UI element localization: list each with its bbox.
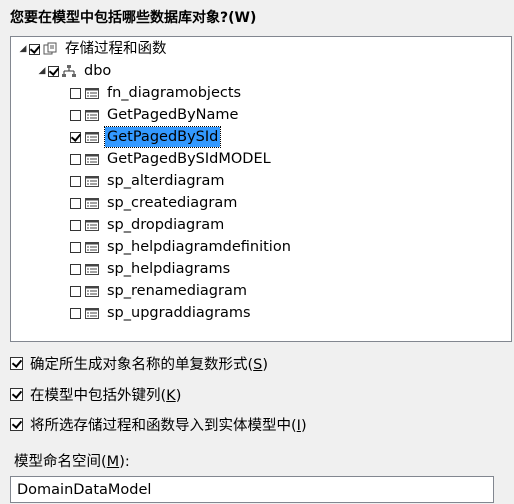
model-namespace-input[interactable] bbox=[10, 476, 494, 503]
tree-schema-checkbox[interactable] bbox=[48, 65, 59, 77]
stored-procedure-icon bbox=[85, 285, 99, 297]
stored-procedure-icon bbox=[85, 263, 99, 275]
tree-item-checkbox[interactable] bbox=[70, 263, 81, 275]
tree-item-row[interactable]: sp_alterdiagram bbox=[70, 170, 227, 192]
tree-item-row[interactable]: GetPagedBySId bbox=[70, 126, 222, 148]
tree-item-row[interactable]: GetPagedBySIdMODEL bbox=[70, 148, 273, 170]
include-foreign-keys-checkbox[interactable] bbox=[10, 387, 23, 401]
tree-item-checkbox[interactable] bbox=[70, 285, 81, 297]
tree-item-checkbox[interactable] bbox=[70, 197, 81, 209]
tree-item-label: sp_helpdiagrams bbox=[107, 261, 231, 277]
tree-item-label: sp_creatediagram bbox=[107, 195, 238, 211]
tree-root-label: 存储过程和函数 bbox=[65, 41, 167, 57]
tree-node-root[interactable]: ◢ 存储过程和函数 bbox=[17, 38, 169, 60]
import-functions-checkbox[interactable] bbox=[10, 417, 23, 431]
tree-item-label: sp_alterdiagram bbox=[107, 173, 225, 189]
tree-item-label: sp_renamediagram bbox=[107, 283, 247, 299]
tree-item-checkbox[interactable] bbox=[70, 87, 81, 99]
stored-procedure-icon bbox=[85, 175, 99, 187]
tree-item-label: GetPagedBySIdMODEL bbox=[107, 151, 271, 167]
tree-item-row[interactable]: GetPagedByName bbox=[70, 104, 240, 126]
tree-node-schema[interactable]: ◢ dbo bbox=[36, 60, 113, 82]
tree-item-label: sp_upgraddiagrams bbox=[107, 305, 251, 321]
tree-item-row[interactable]: sp_helpdiagramdefinition bbox=[70, 236, 293, 258]
tree-item-label: fn_diagramobjects bbox=[107, 85, 242, 101]
database-objects-tree[interactable]: ◢ 存储过程和函数 ◢ dbo fn_diagramobjects GetPag… bbox=[10, 36, 512, 342]
stored-procedure-icon bbox=[85, 87, 99, 99]
stored-procedure-icon bbox=[85, 131, 99, 143]
tree-item-label: sp_helpdiagramdefinition bbox=[107, 239, 291, 255]
pluralize-label: 确定所生成对象名称的单复数形式(S) bbox=[30, 356, 269, 373]
tree-item-checkbox[interactable] bbox=[70, 307, 81, 319]
model-namespace-label: 模型命名空间(M): bbox=[14, 454, 130, 470]
tree-item-row[interactable]: fn_diagramobjects bbox=[70, 82, 243, 104]
tree-item-label: GetPagedByName bbox=[107, 107, 239, 123]
stored-procedure-icon bbox=[85, 307, 99, 319]
entity-data-model-wizard-page: 您要在模型中包括哪些数据库对象?(W) ◢ 存储过程和函数 ◢ dbo fn_d… bbox=[0, 0, 514, 504]
tree-item-checkbox[interactable] bbox=[70, 175, 81, 187]
expand-arrow-icon[interactable]: ◢ bbox=[17, 38, 29, 60]
tree-item-row[interactable]: sp_helpdiagrams bbox=[70, 258, 232, 280]
stored-procedure-icon bbox=[85, 109, 99, 121]
tree-item-row[interactable]: sp_upgraddiagrams bbox=[70, 302, 253, 324]
tree-item-checkbox[interactable] bbox=[70, 109, 81, 121]
tree-item-row[interactable]: sp_dropdiagram bbox=[70, 214, 226, 236]
tree-item-row[interactable]: sp_creatediagram bbox=[70, 192, 239, 214]
stored-procedure-icon bbox=[85, 153, 99, 165]
tree-item-checkbox[interactable] bbox=[70, 241, 81, 253]
import-functions-option[interactable]: 将所选存储过程和函数导入到实体模型中(I) bbox=[10, 414, 307, 434]
stored-procedure-icon bbox=[85, 219, 99, 231]
tree-item-label: sp_dropdiagram bbox=[107, 217, 225, 233]
stored-procedures-folder-icon bbox=[43, 42, 57, 55]
include-foreign-keys-option[interactable]: 在模型中包括外键列(K) bbox=[10, 384, 181, 404]
expand-arrow-icon[interactable]: ◢ bbox=[36, 60, 48, 82]
tree-item-checkbox[interactable] bbox=[70, 131, 81, 143]
pluralize-option[interactable]: 确定所生成对象名称的单复数形式(S) bbox=[10, 353, 268, 373]
schema-icon bbox=[62, 65, 76, 77]
include-foreign-keys-label: 在模型中包括外键列(K) bbox=[30, 387, 182, 404]
tree-item-label: GetPagedBySId bbox=[103, 126, 222, 148]
objects-prompt-label: 您要在模型中包括哪些数据库对象?(W) bbox=[10, 10, 257, 26]
tree-item-checkbox[interactable] bbox=[70, 219, 81, 231]
tree-schema-label: dbo bbox=[84, 63, 112, 79]
tree-item-row[interactable]: sp_renamediagram bbox=[70, 280, 249, 302]
tree-root-checkbox[interactable] bbox=[29, 43, 40, 55]
tree-item-checkbox[interactable] bbox=[70, 153, 81, 165]
stored-procedure-icon bbox=[85, 241, 99, 253]
stored-procedure-icon bbox=[85, 197, 99, 209]
pluralize-checkbox[interactable] bbox=[10, 356, 23, 370]
import-functions-label: 将所选存储过程和函数导入到实体模型中(I) bbox=[30, 417, 307, 434]
